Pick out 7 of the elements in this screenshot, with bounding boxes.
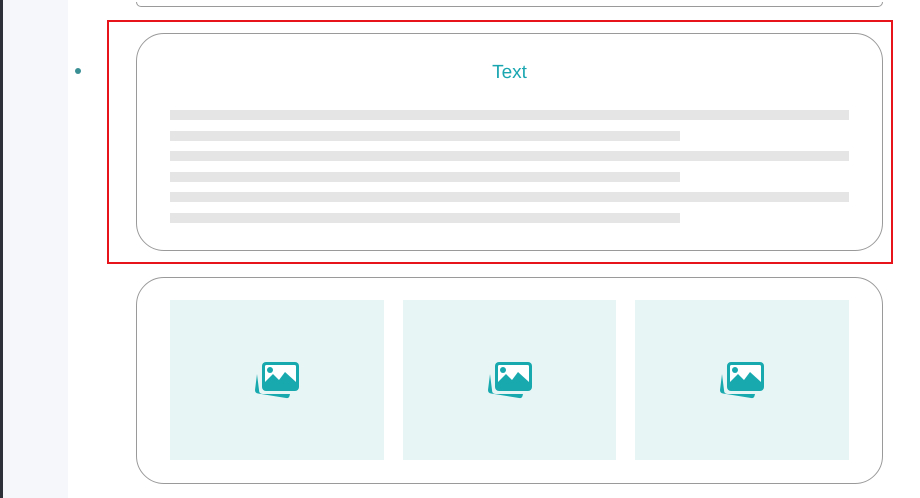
block-title: Text bbox=[492, 61, 527, 85]
image-placeholder[interactable] bbox=[170, 300, 384, 460]
images-icon bbox=[486, 360, 534, 400]
images-icon bbox=[252, 360, 301, 400]
image-placeholder[interactable] bbox=[402, 300, 616, 460]
images-icon bbox=[718, 360, 766, 400]
image-placeholder[interactable] bbox=[635, 300, 850, 460]
